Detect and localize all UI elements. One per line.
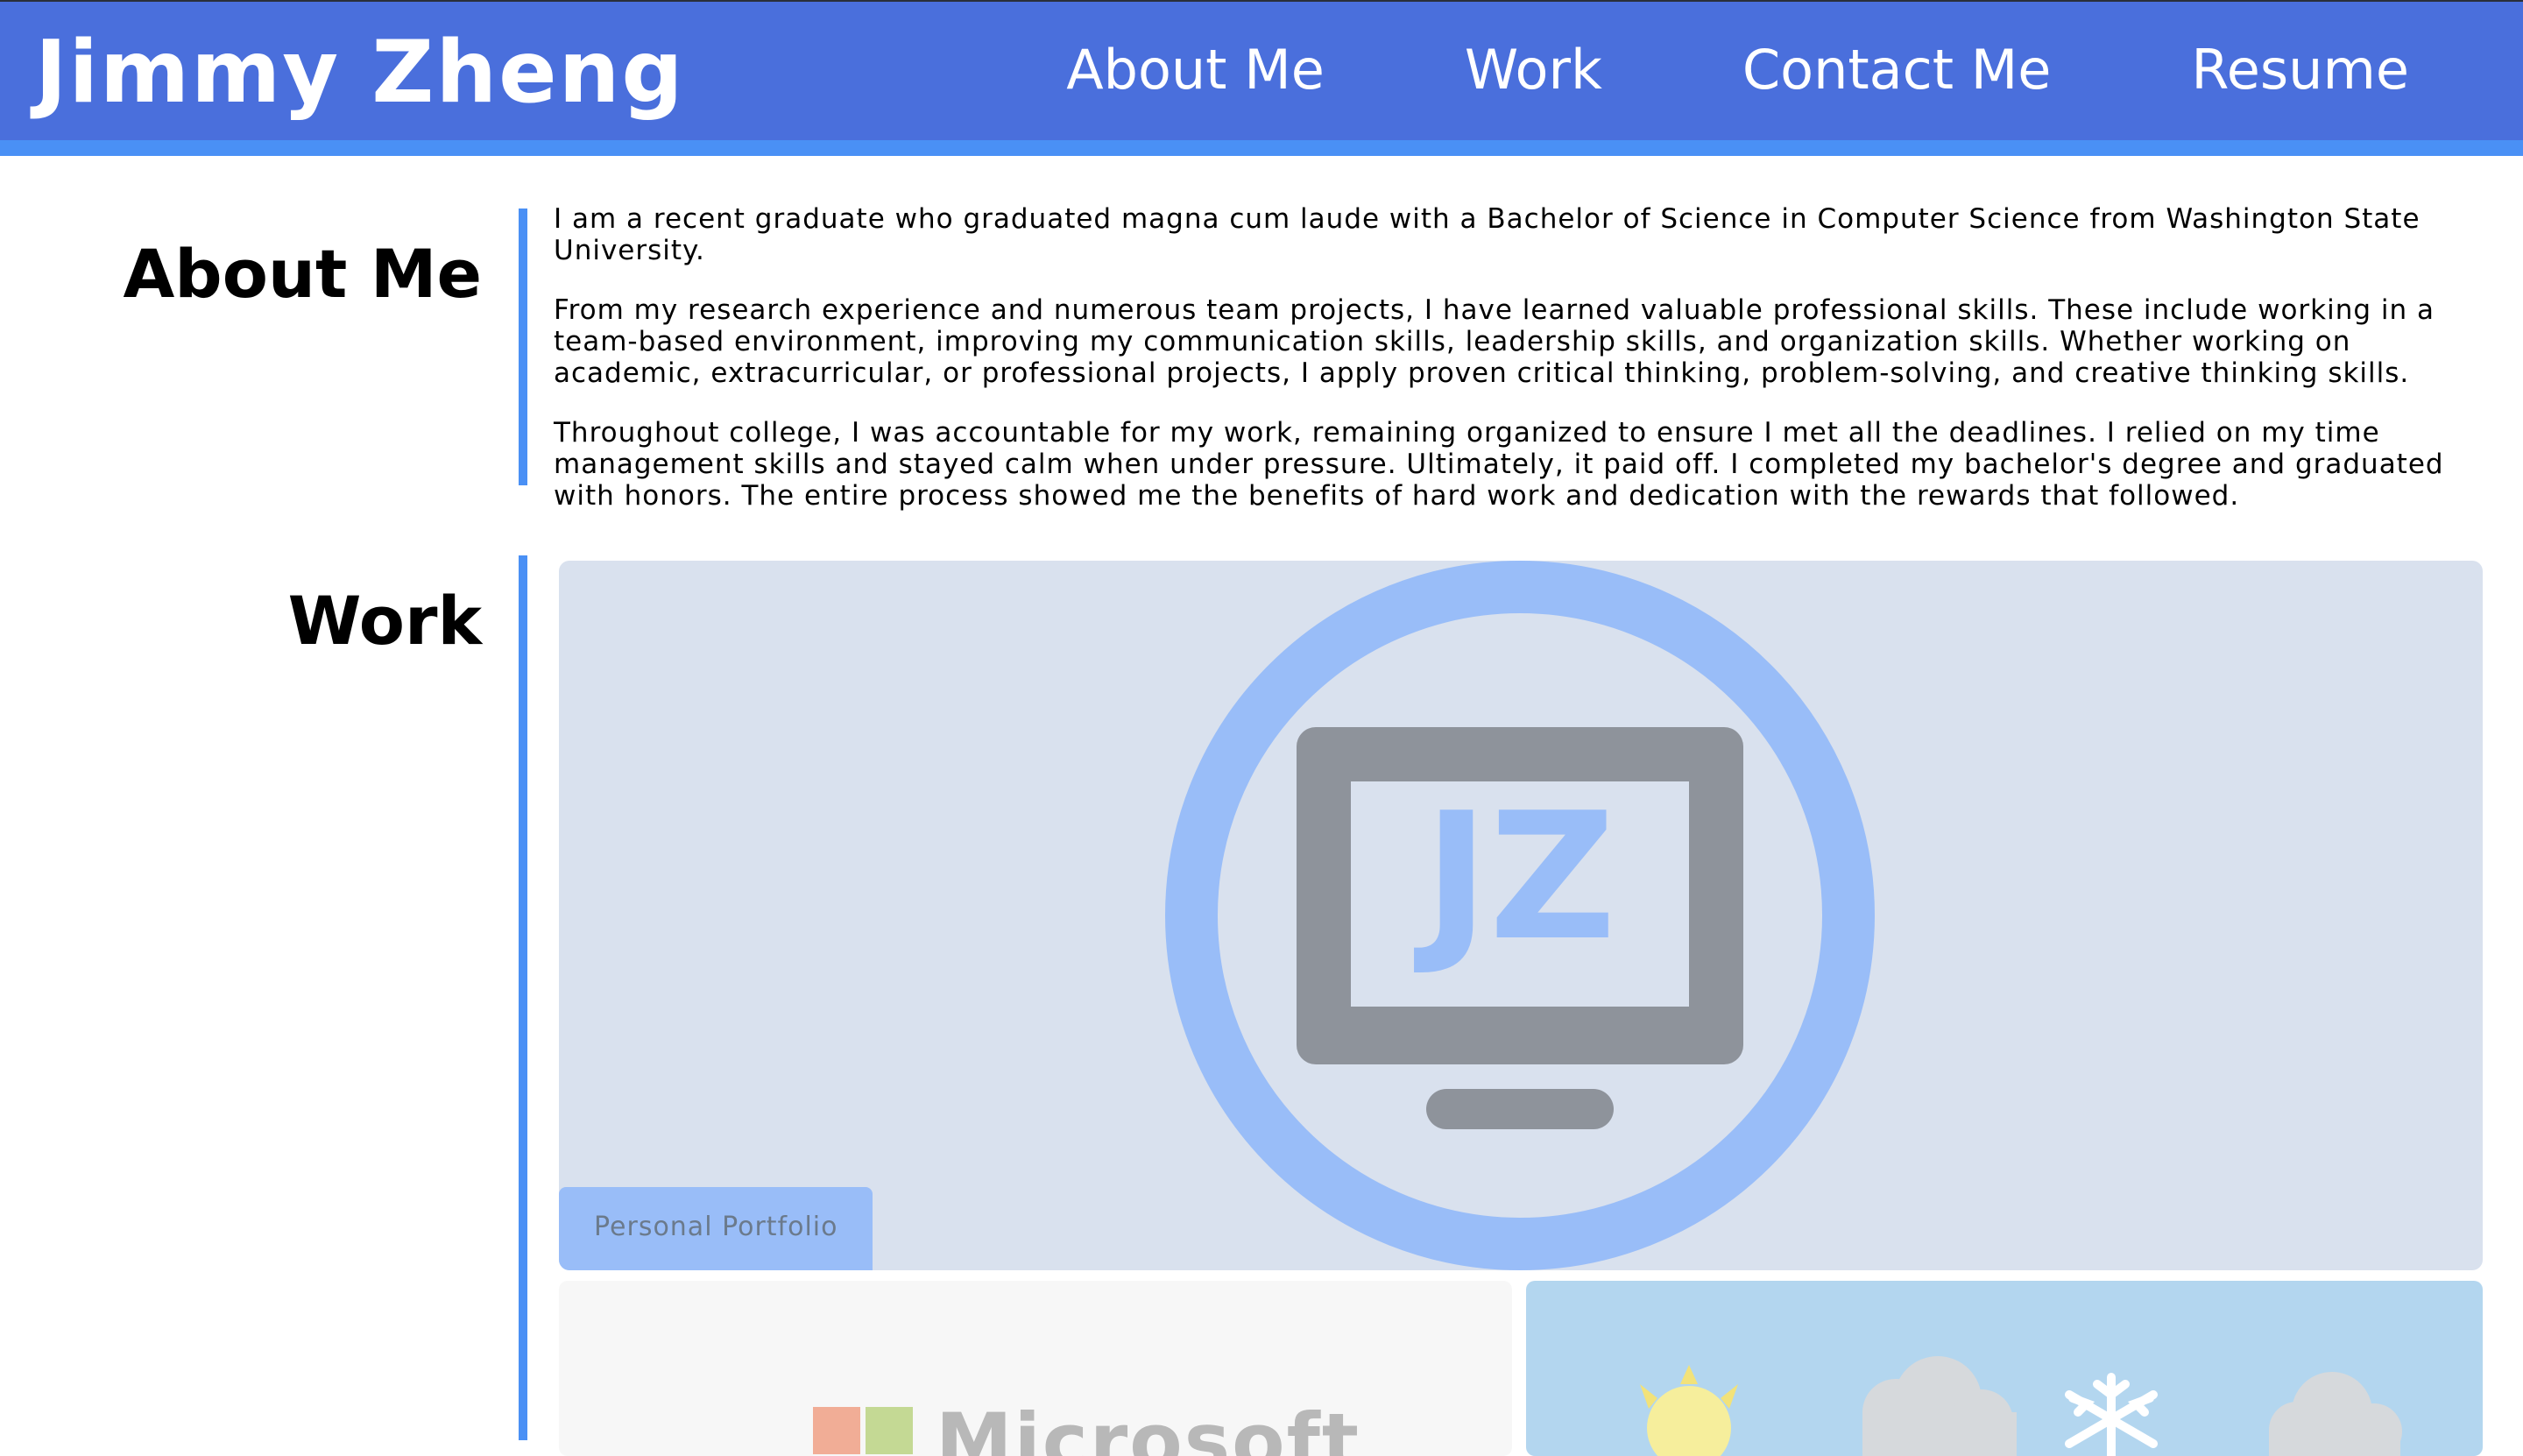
about-paragraph-2: From my research experience and numerous… <box>554 294 2435 389</box>
about-divider <box>519 209 527 485</box>
project-card-microsoft[interactable]: Microsoft <box>559 1281 1512 1456</box>
site-header: Jimmy Zheng About Me Work Contact Me Res… <box>0 0 2523 156</box>
nav-contact-me[interactable]: Contact Me <box>1742 35 2052 106</box>
cloud-icon-2 <box>2269 1372 2402 1456</box>
about-paragraph-3: Throughout college, I was accountable fo… <box>554 417 2444 512</box>
portfolio-label[interactable]: Personal Portfolio <box>559 1187 873 1270</box>
about-title: About Me <box>123 235 482 313</box>
site-brand[interactable]: Jimmy Zheng <box>35 25 685 121</box>
project-card-weather[interactable] <box>1526 1281 2483 1456</box>
main-nav: About Me Work Contact Me Resume <box>1066 35 2409 106</box>
cloud-icon <box>1862 1356 2017 1456</box>
work-title: Work <box>287 582 482 660</box>
snowflake-icon <box>2065 1373 2158 1456</box>
sun-icon <box>1640 1365 1738 1456</box>
nav-about-me[interactable]: About Me <box>1066 35 1325 106</box>
work-divider <box>519 555 527 1440</box>
microsoft-wordmark: Microsoft <box>936 1396 1360 1456</box>
nav-resume[interactable]: Resume <box>2191 35 2409 106</box>
weather-app-icon <box>1640 1356 2402 1456</box>
nav-work[interactable]: Work <box>1465 35 1602 106</box>
about-paragraph-1: I am a recent graduate who graduated mag… <box>554 203 2421 266</box>
logo-initials: JZ <box>1413 775 1615 979</box>
microsoft-logo-icon <box>813 1407 913 1454</box>
about-text: I am a recent graduate who graduated mag… <box>554 203 2481 540</box>
project-card-portfolio[interactable]: JZ Personal Portfolio <box>559 561 2483 1270</box>
monitor-logo-icon: JZ <box>1165 561 1875 1270</box>
